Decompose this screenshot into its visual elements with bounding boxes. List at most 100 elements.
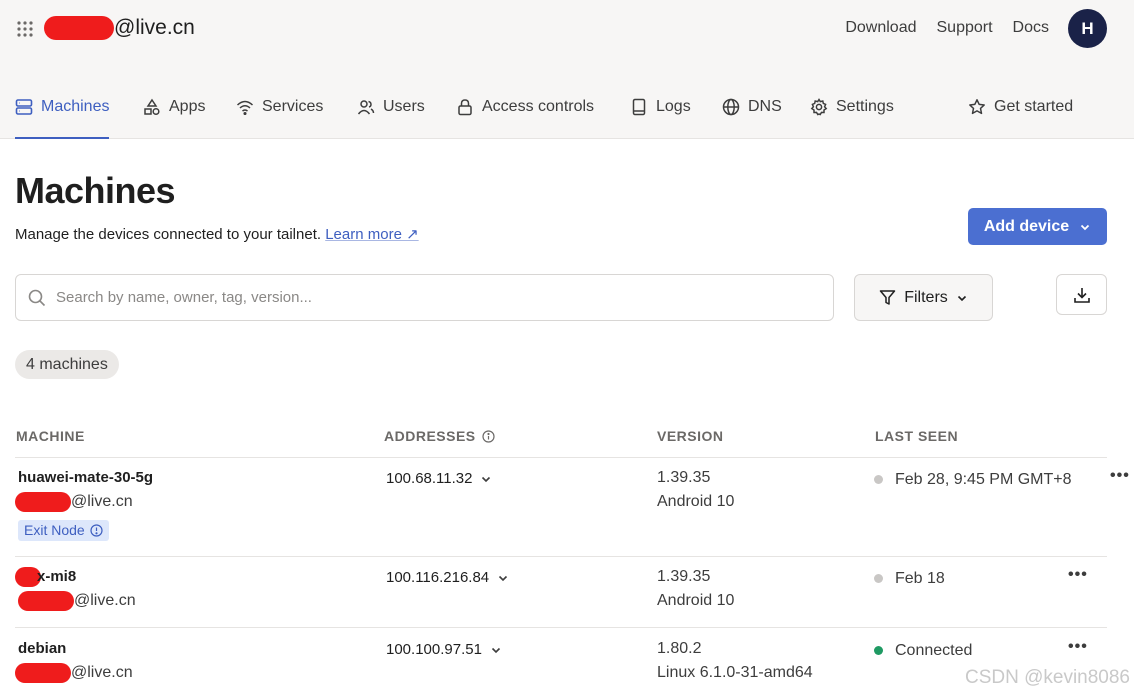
machine-tags: Exit Node (18, 519, 109, 542)
row-divider (15, 556, 1107, 557)
os-version: Android 10 (657, 493, 735, 510)
star-icon (969, 99, 985, 115)
last-seen-text: Feb 28, 9:45 PM GMT+8 (895, 471, 1072, 488)
app-grid-icon[interactable] (16, 20, 34, 38)
machine-name-text: x-mi8 (37, 568, 77, 585)
tab-access-controls[interactable]: Access controls (456, 88, 594, 139)
last-seen-text: Feb 18 (895, 570, 945, 587)
tab-users[interactable]: Users (357, 88, 425, 139)
info-icon[interactable] (90, 524, 103, 537)
avatar[interactable]: H (1068, 9, 1107, 48)
tab-label: Logs (656, 98, 691, 115)
address-dropdown[interactable]: 100.100.97.51 (386, 638, 502, 661)
users-icon (357, 100, 375, 115)
tab-machines[interactable]: Machines (15, 88, 110, 139)
machine-count-badge: 4 machines (15, 350, 119, 379)
filter-icon (879, 290, 896, 305)
badge-label: Exit Node (24, 522, 85, 538)
column-header-version[interactable]: VERSION (657, 428, 724, 444)
download-link[interactable]: Download (845, 18, 916, 38)
chevron-down-icon (957, 295, 966, 301)
chevron-down-icon (491, 647, 501, 653)
add-device-button[interactable]: Add device (968, 208, 1107, 245)
machine-owner: @live.cn (18, 589, 136, 612)
ip-address: 100.116.216.84 (386, 569, 490, 586)
tab-label: Settings (836, 98, 894, 115)
page-title: Machines (15, 170, 176, 211)
machine-name[interactable]: x-mi8 (15, 565, 76, 588)
page-subtitle: Manage the devices connected to your tai… (15, 225, 419, 243)
apps-icon (144, 98, 160, 116)
globe-icon (722, 98, 740, 116)
header-label: MACHINE (16, 428, 85, 444)
redaction-mark (15, 491, 71, 512)
docs-link[interactable]: Docs (1013, 18, 1049, 38)
tab-label: DNS (748, 98, 782, 115)
chevron-down-icon (499, 575, 508, 581)
watermark: CSDN @kevin8086 (964, 667, 1130, 688)
support-link[interactable]: Support (937, 18, 993, 38)
redaction-mark (15, 662, 71, 683)
redaction-mark (18, 590, 74, 611)
top-bar: @live.cn Download Support Docs H Machine… (0, 0, 1134, 139)
os-version: Linux 6.1.0-31-amd64 (657, 664, 813, 681)
address-dropdown[interactable]: 100.68.11.32 (386, 467, 492, 490)
filters-button[interactable]: Filters (854, 274, 993, 321)
machine-owner: @live.cn (15, 661, 133, 684)
row-divider (15, 457, 1107, 458)
status-dot (874, 574, 883, 583)
client-version: 1.39.35 (657, 469, 711, 486)
add-device-label: Add device (983, 217, 1070, 235)
column-header-addresses[interactable]: ADDRESSES (384, 428, 495, 444)
info-icon[interactable] (482, 429, 495, 443)
status-dot (874, 646, 883, 655)
tab-logs[interactable]: Logs (630, 88, 691, 139)
status-dot (874, 475, 883, 484)
tab-services[interactable]: Services (236, 88, 323, 139)
address-dropdown[interactable]: 100.116.216.84 (386, 566, 509, 589)
ip-address: 100.100.97.51 (386, 641, 482, 658)
tab-label: Users (383, 98, 425, 115)
search-icon (28, 289, 46, 306)
machine-owner: @live.cn (15, 490, 133, 513)
ip-address: 100.68.11.32 (386, 470, 473, 487)
learn-more-link[interactable]: Learn more ↗ (325, 226, 418, 243)
redaction-mark (44, 16, 114, 40)
download-icon (1073, 287, 1090, 303)
tab-label: Services (262, 98, 324, 115)
filters-label: Filters (904, 288, 948, 306)
export-button[interactable] (1056, 274, 1107, 315)
last-seen-text: Connected (895, 642, 973, 659)
machine-name[interactable]: debian (18, 637, 66, 660)
tab-settings[interactable]: Settings (810, 88, 894, 139)
more-options-icon[interactable]: ••• (1068, 638, 1088, 656)
tab-label: Apps (169, 98, 206, 115)
tab-dns[interactable]: DNS (722, 88, 782, 139)
row-divider (15, 627, 1107, 628)
last-seen: Feb 18 (874, 567, 945, 590)
gear-icon (810, 98, 828, 116)
search-input[interactable] (56, 289, 756, 306)
account-email-suffix: @live.cn (114, 16, 195, 39)
header-label: VERSION (657, 428, 724, 444)
tab-label: Machines (41, 98, 110, 115)
search-box[interactable] (15, 274, 834, 321)
header-label: LAST SEEN (875, 428, 959, 444)
tab-apps[interactable]: Apps (143, 88, 205, 139)
more-options-icon[interactable]: ••• (1068, 566, 1088, 584)
book-icon (632, 98, 646, 116)
tab-get-started[interactable]: Get started (968, 88, 1073, 139)
owner-suffix: @live.cn (71, 493, 133, 510)
tab-label: Access controls (482, 98, 595, 115)
chevron-down-icon (1081, 224, 1090, 230)
account-switcher[interactable]: @live.cn (44, 15, 195, 41)
top-links: Download Support Docs (845, 18, 1049, 38)
column-header-last-seen[interactable]: LAST SEEN (875, 428, 958, 444)
more-options-icon[interactable]: ••• (1110, 467, 1130, 485)
os-version: Android 10 (657, 592, 735, 609)
column-header-machine[interactable]: MACHINE (16, 428, 85, 444)
header-label: ADDRESSES (384, 428, 476, 444)
server-icon (15, 99, 33, 115)
machine-name[interactable]: huawei-mate-30-5g (18, 466, 153, 489)
chevron-down-icon (482, 476, 491, 482)
